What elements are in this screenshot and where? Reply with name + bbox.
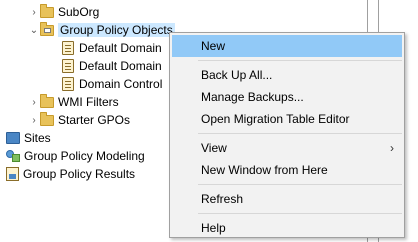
menu-separator [198, 60, 402, 61]
menu-separator [198, 133, 402, 134]
tree-item-label: WMI Filters [58, 95, 119, 109]
tree-item-group-policy-results[interactable]: Group Policy Results [6, 165, 135, 183]
tree-item-label: Starter GPOs [58, 113, 131, 127]
menu-item-new[interactable]: New [172, 35, 402, 57]
gpo-folder-icon [40, 21, 54, 36]
gpo-document-icon [62, 41, 74, 55]
menu-separator [198, 184, 402, 185]
gpo-document-icon [62, 77, 74, 91]
sites-icon [6, 132, 20, 144]
tree-item-sites[interactable]: Sites [6, 129, 51, 147]
tree-item-label: SubOrg [58, 5, 100, 19]
tree-item-starter-gpos[interactable]: › Starter GPOs [28, 111, 130, 129]
menu-separator [198, 213, 402, 214]
expand-chevron-icon[interactable]: › [28, 3, 40, 21]
tree-item-group-policy-modeling[interactable]: Group Policy Modeling [6, 147, 145, 165]
folder-icon [40, 3, 54, 18]
menu-item-back-up-all[interactable]: Back Up All... [170, 64, 404, 86]
menu-item-label: View [201, 141, 227, 155]
folder-icon [40, 93, 54, 108]
folder-icon [40, 111, 54, 126]
tree-item-label: Sites [24, 131, 51, 145]
collapse-chevron-icon[interactable]: ⌄ [28, 21, 40, 39]
menu-item-new-window-from-here[interactable]: New Window from Here [170, 159, 404, 181]
expand-chevron-icon[interactable]: › [28, 111, 40, 129]
tree-item-suborg[interactable]: › SubOrg [28, 3, 99, 21]
tree-item-label: Default Domain [79, 41, 162, 55]
submenu-arrow-icon: › [390, 141, 394, 155]
modeling-icon [6, 149, 20, 163]
tree-item-label: Group Policy Objects [58, 23, 175, 37]
menu-item-help[interactable]: Help [170, 217, 404, 239]
tree-item-label: Domain Control [79, 77, 163, 91]
tree-item-gpo-default-domain-1[interactable]: Default Domain [62, 39, 162, 57]
tree-item-gpo-domain-controllers[interactable]: Domain Control [62, 75, 162, 93]
menu-item-manage-backups[interactable]: Manage Backups... [170, 86, 404, 108]
expand-chevron-icon[interactable]: › [28, 93, 40, 111]
tree-item-label: Group Policy Modeling [24, 149, 145, 163]
tree-item-gpo-default-domain-2[interactable]: Default Domain [62, 57, 162, 75]
menu-item-view[interactable]: View › [170, 137, 404, 159]
context-menu: New Back Up All... Manage Backups... Ope… [169, 32, 405, 238]
tree-item-label: Default Domain [79, 59, 162, 73]
gpo-document-icon [62, 59, 74, 73]
menu-item-open-migration-table-editor[interactable]: Open Migration Table Editor [170, 108, 404, 130]
menu-item-refresh[interactable]: Refresh [170, 188, 404, 210]
tree-item-label: Group Policy Results [23, 167, 136, 181]
tree-item-group-policy-objects[interactable]: ⌄ Group Policy Objects [28, 21, 175, 39]
tree-item-wmi-filters[interactable]: › WMI Filters [28, 93, 119, 111]
results-icon [6, 167, 19, 181]
